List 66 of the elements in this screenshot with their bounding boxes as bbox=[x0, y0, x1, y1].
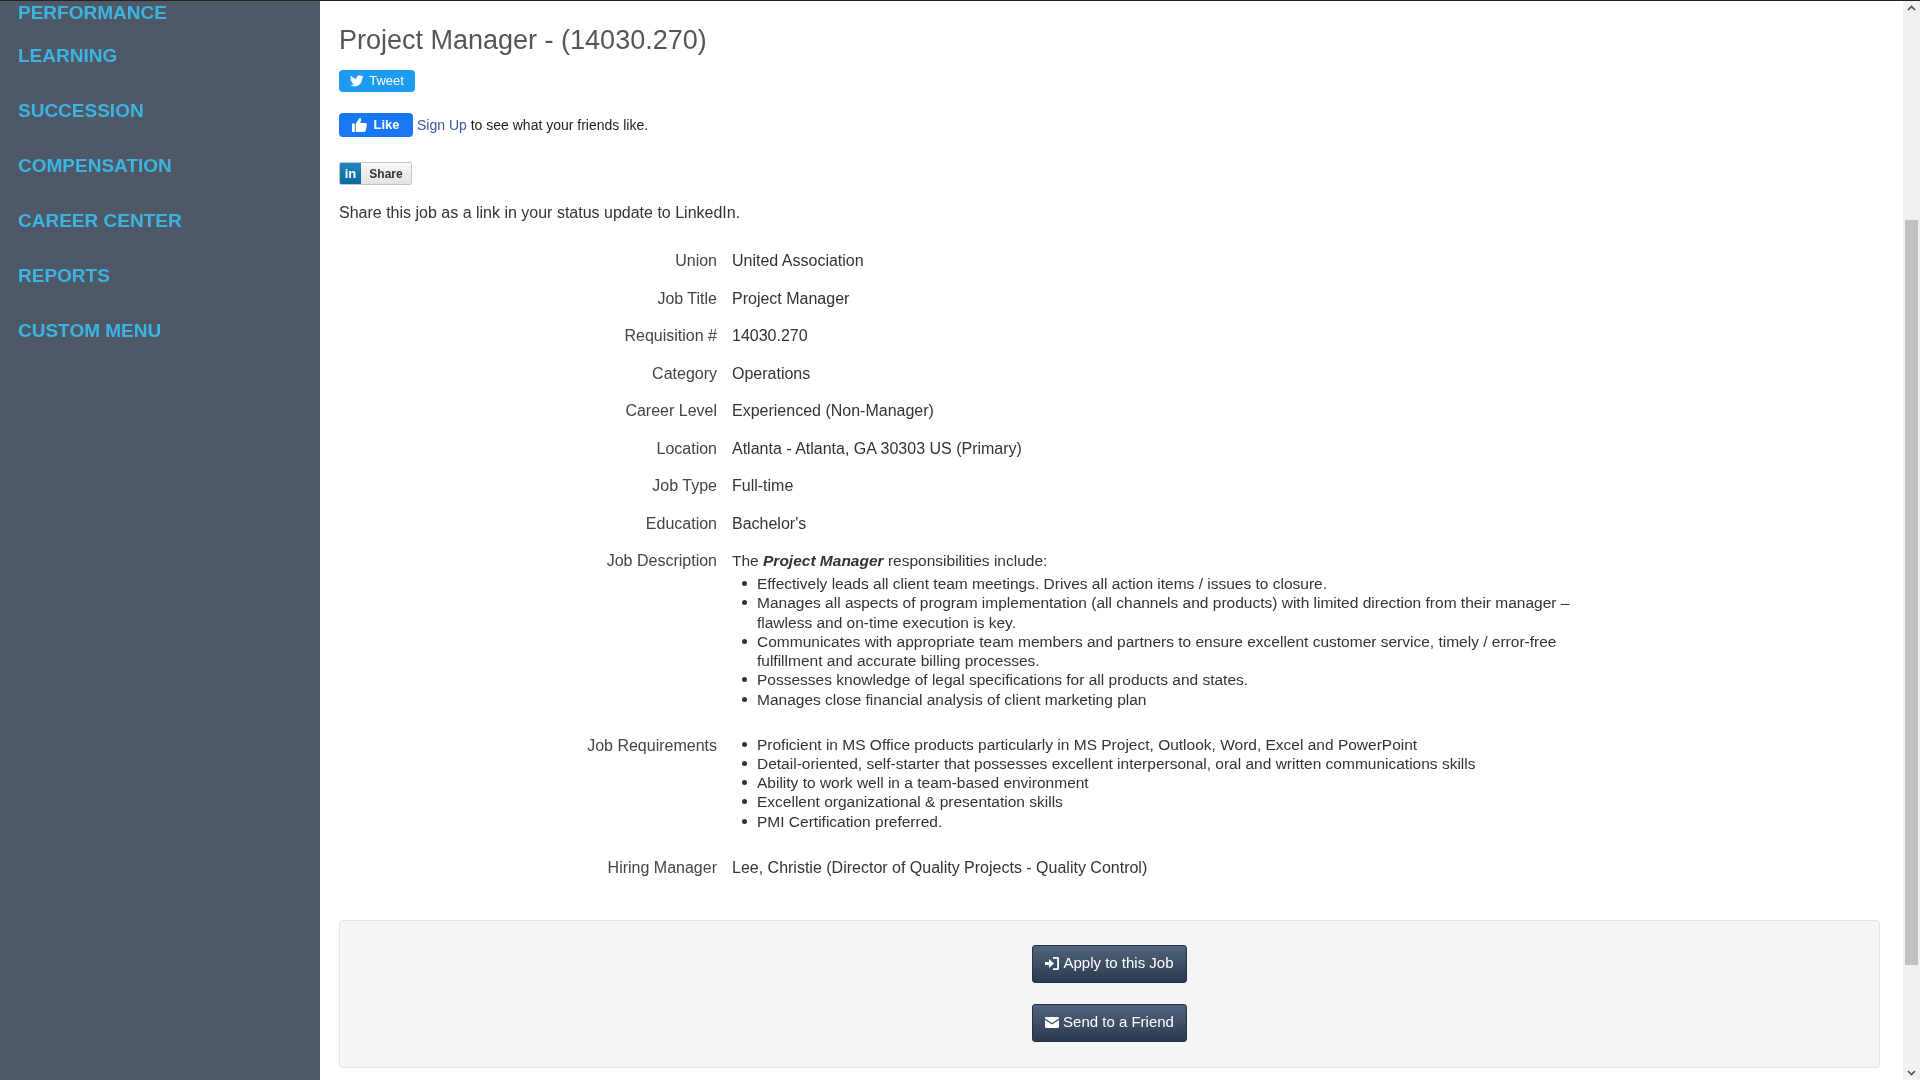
field-value: Atlanta - Atlanta, GA 30303 US (Primary) bbox=[732, 438, 1022, 459]
field-value: Experienced (Non-Manager) bbox=[732, 401, 934, 421]
field-label: Job Title bbox=[657, 288, 717, 309]
field-label: Career Level bbox=[625, 401, 717, 421]
field-label: Hiring Manager bbox=[607, 857, 717, 878]
bullet-text: Excellent organizational & presentation skills bbox=[757, 792, 1063, 812]
bullet-icon bbox=[742, 780, 747, 786]
nav-link[interactable]: CUSTOM MENU bbox=[18, 319, 162, 343]
nav-link[interactable]: COMPENSATION bbox=[18, 154, 172, 178]
bullet-icon bbox=[742, 760, 747, 766]
apply-button[interactable]: Apply to this Job bbox=[1032, 944, 1187, 983]
field-label: Union bbox=[675, 251, 717, 271]
envelope-icon bbox=[1045, 1017, 1060, 1029]
bullet-icon bbox=[742, 581, 747, 586]
field-value: Lee, Christie (Director of Quality Projects - Quality Control) bbox=[732, 857, 1148, 878]
bullet-icon bbox=[742, 677, 747, 683]
nav-link[interactable]: CAREER CENTER bbox=[18, 209, 182, 233]
field-value: Full-time bbox=[732, 476, 794, 496]
bullet-icon bbox=[742, 818, 747, 824]
field-value: 14030.270 bbox=[732, 326, 808, 346]
field-value: Bachelor's bbox=[732, 513, 807, 534]
in-logo: in bbox=[340, 163, 361, 184]
scrollbar-thumb[interactable] bbox=[1905, 220, 1918, 965]
like-button[interactable]: Like bbox=[339, 113, 413, 137]
bullet-text: Manages all aspects of program implementation (all channels and products) with limited direction from their manager – flawless and on-time execution is key. bbox=[757, 593, 1571, 632]
field-label: Education bbox=[645, 513, 717, 534]
field-label: Category bbox=[652, 363, 717, 384]
field-label: Job Description bbox=[606, 551, 717, 571]
bullet-icon bbox=[742, 741, 747, 747]
thumbs-up-icon bbox=[352, 118, 368, 132]
chevron-down-icon[interactable] bbox=[1907, 1070, 1916, 1076]
chevron-up-icon[interactable] bbox=[1907, 5, 1916, 11]
description-intro: The Project Manager responsibilities include: bbox=[732, 551, 1048, 571]
field-label: Job Requirements bbox=[587, 735, 717, 756]
bullet-text: Manages close financial analysis of client marketing plan bbox=[757, 689, 1147, 710]
field-value: United Association bbox=[732, 251, 864, 271]
field-value: Project Manager bbox=[732, 288, 850, 309]
bullet-icon bbox=[742, 799, 747, 805]
bullet-text: Possesses knowledge of legal specifications for all products and states. bbox=[757, 670, 1249, 690]
field-label: Requisition # bbox=[624, 326, 717, 346]
bullet-text: PMI Certification preferred. bbox=[757, 811, 943, 832]
bullet-text: Proficient in MS Office products particularly in MS Project, Outlook, Word, Excel and PowerPoint bbox=[757, 734, 1418, 754]
bullet-text: Communicates with appropriate team members and partners to ensure excellent customer service, timely / error-free fulfillment and accurate billing processes. bbox=[757, 631, 1558, 671]
scrollbar[interactable] bbox=[1903, 1, 1920, 1080]
nav-link[interactable]: SUCCESSION bbox=[18, 99, 144, 123]
nav-link[interactable]: PERFORMANCE bbox=[18, 1, 167, 25]
bullet-text: Ability to work well in a team-based environment bbox=[757, 773, 1089, 793]
tweet-button[interactable]: Tweet bbox=[339, 70, 415, 92]
bullet-text: Detail-oriented, self-starter that possesses excellent interpersonal, oral and written communications skills bbox=[757, 753, 1476, 774]
field-label: Location bbox=[656, 438, 717, 459]
field-value: Operations bbox=[732, 363, 811, 384]
sign-in-icon bbox=[1045, 957, 1060, 971]
sign-up-link[interactable]: Sign Up bbox=[417, 116, 467, 133]
field-label: Job Type bbox=[652, 476, 717, 496]
send-button[interactable]: Send to a Friend bbox=[1032, 1003, 1187, 1042]
nav-link[interactable]: REPORTS bbox=[18, 264, 110, 288]
share-note: Share this job as a link in your status update to LinkedIn. bbox=[339, 203, 741, 223]
share-button[interactable]: in Share bbox=[339, 162, 412, 185]
bullet-icon bbox=[742, 638, 747, 644]
friends-like-note: Sign Up to see what your friends like. bbox=[417, 115, 649, 135]
bullet-text: Effectively leads all client team meetings. Drives all action items / issues to closure. bbox=[757, 574, 1327, 594]
job-title: Project Manager - (14030.270) bbox=[339, 24, 707, 57]
bullet-icon bbox=[742, 696, 747, 702]
bird-icon bbox=[350, 75, 365, 87]
bullet-icon bbox=[742, 600, 747, 606]
nav-link[interactable]: LEARNING bbox=[18, 44, 118, 68]
